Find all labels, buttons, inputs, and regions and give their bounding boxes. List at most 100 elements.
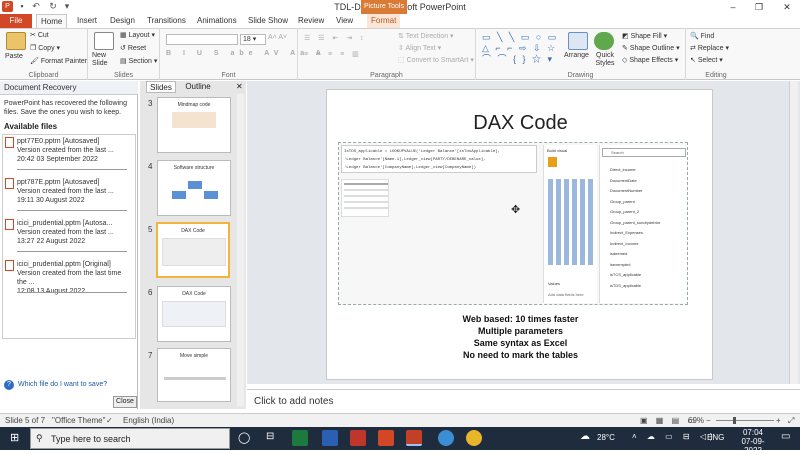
align-buttons[interactable]: ≡ ≡ ≡ ≡ ▥: [304, 50, 362, 58]
tab-animations[interactable]: Animations: [193, 14, 241, 28]
convert-smartart-button[interactable]: ⬚ Convert to SmartArt ▾: [398, 56, 474, 64]
field-item[interactable]: isexempted: [610, 260, 660, 271]
tab-file[interactable]: File: [0, 14, 32, 28]
list-buttons[interactable]: ☰ ☰ ⇤ ⇥ ↕: [304, 34, 367, 42]
excel-icon[interactable]: [292, 430, 308, 446]
shape-effects-button[interactable]: ◇ Shape Effects ▾: [622, 56, 678, 64]
layout-button[interactable]: ▦ Layout ▾: [120, 31, 155, 39]
field-item[interactable]: Indirect_Income: [610, 239, 660, 250]
close-window-button[interactable]: ✕: [774, 0, 800, 14]
tab-slide-show[interactable]: Slide Show: [244, 14, 292, 28]
cut-button[interactable]: ✂ Cut: [30, 31, 49, 39]
reset-button[interactable]: ↺ Reset: [120, 44, 146, 52]
zoom-slider-thumb[interactable]: [733, 417, 736, 424]
tab-insert[interactable]: Insert: [73, 14, 101, 28]
slide-bullets[interactable]: Web based: 10 times faster Multiple para…: [327, 313, 714, 361]
shape-outline-button[interactable]: ✎ Shape Outline ▾: [622, 44, 680, 52]
text-direction-button[interactable]: ⇅ Text Direction ▾: [398, 32, 454, 40]
quick-styles-button[interactable]: Quick Styles: [592, 52, 618, 68]
windows-start-icon[interactable]: ⊞: [10, 431, 19, 444]
close-pane-icon[interactable]: ✕: [236, 82, 243, 91]
notification-icon[interactable]: ▭: [781, 431, 790, 442]
chrome-icon[interactable]: [466, 430, 482, 446]
zoom-slider[interactable]: [716, 420, 774, 421]
system-tray-icons[interactable]: ˄ ☁ ▭ ⊟ ◁): [632, 432, 717, 441]
acrobat-icon[interactable]: [350, 430, 366, 446]
widgets-icon[interactable]: ⊟: [266, 431, 274, 442]
edge-icon[interactable]: [438, 430, 454, 446]
recovered-file-item[interactable]: ppt77E0.pptm [Autosaved] Version created …: [17, 137, 127, 164]
visual-icons-grid[interactable]: [548, 179, 596, 265]
slide-title[interactable]: DAX Code: [327, 112, 714, 135]
tab-slides[interactable]: Slides: [146, 81, 176, 93]
taskbar-search-box[interactable]: ⚲ Type here to search: [30, 428, 230, 449]
embedded-screenshot[interactable]: IsTDS_applicable = LOOKUPVALUE('Ledger B…: [338, 142, 688, 305]
section-button[interactable]: ▤ Section ▾: [120, 57, 157, 65]
which-file-help-link[interactable]: Which file do I want to save?: [18, 381, 107, 388]
zoom-level[interactable]: 69%: [688, 416, 704, 425]
field-item[interactable]: isTCS_applicable: [610, 270, 660, 281]
language-indicator[interactable]: English (India): [123, 416, 174, 425]
recovered-file-item[interactable]: icici_prudential.pptm [Original] Version …: [17, 260, 127, 296]
recovered-file-item[interactable]: icici_prudential.pptm [Autosa... Version …: [17, 219, 127, 246]
close-recovery-button[interactable]: Close: [113, 396, 137, 408]
quick-styles-icon[interactable]: [594, 32, 614, 50]
copy-button[interactable]: ❐ Copy ▾: [30, 44, 60, 52]
arrange-icon[interactable]: [568, 32, 588, 50]
notes-placeholder[interactable]: Click to add notes: [254, 396, 334, 407]
powerpoint-taskbar-icon[interactable]: [378, 430, 394, 446]
tab-transitions[interactable]: Transitions: [143, 14, 190, 28]
field-item[interactable]: Direct_income: [610, 165, 660, 176]
replace-button[interactable]: ⇄ Replace ▾: [690, 44, 729, 52]
arrange-button[interactable]: Arrange: [564, 52, 589, 59]
tab-view[interactable]: View: [332, 14, 357, 28]
field-item[interactable]: isTDS_applicable: [610, 281, 660, 292]
vertical-scrollbar[interactable]: [789, 81, 798, 384]
notes-pane[interactable]: Click to add notes: [247, 389, 800, 413]
grow-shrink-font-icon[interactable]: A˄ A˅: [268, 34, 287, 41]
shapes-gallery[interactable]: ▭ ╲ ╲ ▭ ○ ▭ △ ⌐ ⌐ ⇨ ⇩ ☆ ⌒ ⌒ { } ☆ ▾: [482, 32, 560, 66]
recovered-files-list[interactable]: ppt77E0.pptm [Autosaved] Version created …: [2, 134, 136, 339]
tab-outline[interactable]: Outline: [180, 81, 216, 93]
slide-thumbnail-selected[interactable]: DAX Code: [156, 222, 230, 278]
spell-check-icon[interactable]: ✓: [106, 416, 113, 425]
select-button[interactable]: ↖ Select ▾: [690, 56, 723, 64]
field-item[interactable]: Group_parent_sundrydebtor: [610, 218, 660, 229]
zoom-in-icon[interactable]: +: [776, 416, 781, 425]
shape-fill-button[interactable]: ◩ Shape Fill ▾: [622, 32, 667, 40]
slides-scrollbar[interactable]: [237, 94, 244, 406]
find-button[interactable]: 🔍 Find: [690, 32, 714, 40]
zoom-out-icon[interactable]: −: [706, 416, 711, 425]
recovered-file-item[interactable]: ppt787E.pptm [Autosaved] Version created …: [17, 178, 127, 205]
field-list[interactable]: Direct_income DocumentDate DocumentNumbe…: [610, 165, 660, 291]
minimize-button[interactable]: –: [720, 0, 746, 14]
new-slide-button[interactable]: New Slide: [92, 52, 118, 68]
weather-temp[interactable]: 28°C: [597, 433, 615, 442]
new-slide-icon[interactable]: [94, 32, 114, 50]
tab-design[interactable]: Design: [106, 14, 139, 28]
taskbar-clock[interactable]: 07:04 07-09-2022: [736, 428, 770, 455]
powerpoint-active-icon[interactable]: [406, 430, 422, 446]
tab-home[interactable]: Home: [36, 14, 68, 28]
task-view-icon[interactable]: ◯: [238, 431, 250, 444]
format-painter-button[interactable]: 🖌 Format Painter: [30, 57, 87, 65]
paste-button[interactable]: Paste: [5, 53, 23, 60]
tab-review[interactable]: Review: [294, 14, 328, 28]
font-name-box[interactable]: [166, 34, 238, 45]
field-item[interactable]: DocumentNumber: [610, 186, 660, 197]
input-language[interactable]: ENG: [707, 433, 724, 442]
fields-search-box[interactable]: Search: [602, 148, 686, 157]
field-item[interactable]: isdeemed: [610, 249, 660, 260]
field-item[interactable]: Group_parent: [610, 197, 660, 208]
slide-thumbnail[interactable]: DAX Code: [157, 286, 231, 342]
restore-button[interactable]: ❐: [746, 0, 772, 14]
current-slide[interactable]: DAX Code IsTDS_applicable = LOOKUPVALUE(…: [326, 89, 713, 380]
field-item[interactable]: DocumentDate: [610, 176, 660, 187]
tab-format[interactable]: Format: [367, 14, 401, 28]
slide-thumbnail[interactable]: Mindmap code: [157, 97, 231, 153]
slide-thumbnail[interactable]: Move simple: [157, 348, 231, 402]
font-size-box[interactable]: 18 ▾: [240, 34, 266, 45]
paste-icon[interactable]: [6, 32, 26, 50]
slide-thumbnail[interactable]: Software structure: [157, 160, 231, 216]
word-icon[interactable]: [322, 430, 338, 446]
